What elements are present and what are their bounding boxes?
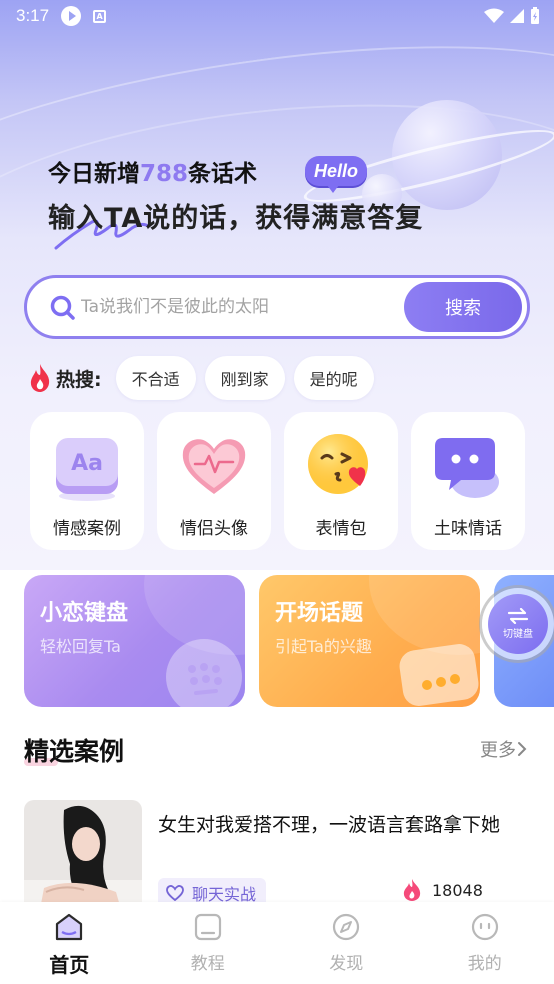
case-title: 女生对我爱搭不理，一波语言套路拿下她: [158, 814, 501, 836]
hot-search-chip[interactable]: 刚到家: [204, 356, 285, 400]
swap-arrows-icon: [507, 608, 529, 624]
hello-badge: Hello: [305, 156, 367, 193]
chat-bubble-icon: [429, 426, 507, 504]
keyboard-a-icon: A: [93, 9, 107, 23]
svg-text:Aa: Aa: [71, 451, 103, 476]
kiss-emoji-icon: [302, 426, 380, 504]
battery-icon: [531, 7, 539, 24]
daily-new-headline: 今日新增 788 条话术: [48, 154, 257, 188]
nav-label: 首页: [49, 953, 90, 977]
flame-icon: [403, 879, 421, 901]
search-icon: [50, 295, 75, 320]
status-time: 3:17: [16, 6, 50, 25]
signal-icon: [510, 9, 524, 23]
search-button[interactable]: 搜索: [404, 282, 522, 332]
nav-profile[interactable]: 我的: [416, 902, 554, 984]
heart-outline-icon: [166, 885, 184, 901]
case-hot-number: 18048: [432, 880, 483, 900]
status-icons: [484, 7, 540, 25]
heart-pulse-icon: [175, 426, 253, 504]
category-stickers[interactable]: 表情包: [284, 412, 398, 550]
feature-love-keyboard[interactable]: 小恋键盘 轻松回复Ta: [24, 575, 245, 707]
nav-label: 我的: [467, 954, 502, 974]
category-label: 土味情话: [434, 519, 502, 539]
hero-subheadline: 输入TA说的话，获得满意答复: [48, 203, 424, 234]
search-bar: 搜索: [24, 275, 530, 339]
search-input[interactable]: [81, 292, 401, 322]
section-title: 精选案例: [24, 737, 125, 766]
more-link[interactable]: 更多: [480, 736, 528, 762]
compass-icon: [329, 910, 363, 944]
nav-label: 发现: [329, 954, 364, 974]
chevron-right-icon: [518, 742, 527, 756]
category-emotion-cases[interactable]: Aa 情感案例: [30, 412, 144, 550]
more-label: 更多: [480, 740, 516, 761]
headline-prefix: 今日新增: [48, 161, 140, 187]
daily-new-count: 788: [140, 161, 189, 187]
feature-opening-topics[interactable]: 开场话题 引起Ta的兴趣: [259, 575, 480, 707]
switch-keyboard-label: 切键盘: [503, 629, 533, 640]
face-icon: [468, 910, 502, 944]
book-icon: [191, 910, 225, 944]
category-cheesy-lines[interactable]: 土味情话: [411, 412, 525, 550]
nav-label: 教程: [190, 954, 225, 974]
home-icon: [52, 910, 86, 944]
category-label: 情侣头像: [180, 519, 248, 539]
feature-title: 小恋键盘: [40, 601, 129, 626]
category-label: 表情包: [315, 519, 367, 539]
media-play-icon: [61, 6, 82, 26]
fire-icon: [30, 364, 50, 392]
aa-text-icon: Aa: [48, 426, 126, 504]
headline-suffix: 条话术: [188, 161, 258, 187]
hot-search-label: 热搜:: [56, 368, 102, 391]
switch-keyboard-inner: 切键盘: [488, 594, 548, 654]
case-hot-count: 18048: [402, 878, 483, 902]
nav-home[interactable]: 首页: [0, 902, 139, 984]
switch-keyboard-button[interactable]: 切键盘: [482, 588, 554, 660]
category-couple-avatars[interactable]: 情侣头像: [157, 412, 271, 550]
nav-tutorial[interactable]: 教程: [139, 902, 278, 984]
wifi-icon: [484, 8, 504, 23]
status-bar: 3:17 A: [0, 0, 554, 32]
feature-title: 开场话题: [275, 601, 364, 626]
keyboard-icon: [166, 639, 242, 707]
category-label: 情感案例: [53, 519, 121, 539]
feature-subtitle: 引起Ta的兴趣: [275, 637, 372, 656]
bottom-nav: 首页 教程 发现 我的: [0, 902, 554, 984]
message-dots-icon: [399, 644, 479, 706]
hot-search-chip[interactable]: 不合适: [115, 356, 196, 400]
nav-discover[interactable]: 发现: [277, 902, 416, 984]
hot-search-chip[interactable]: 是的呢: [293, 356, 374, 400]
hot-search-row: 热搜: 不合适 刚到家 是的呢: [28, 356, 383, 400]
feature-subtitle: 轻松回复Ta: [40, 637, 121, 656]
